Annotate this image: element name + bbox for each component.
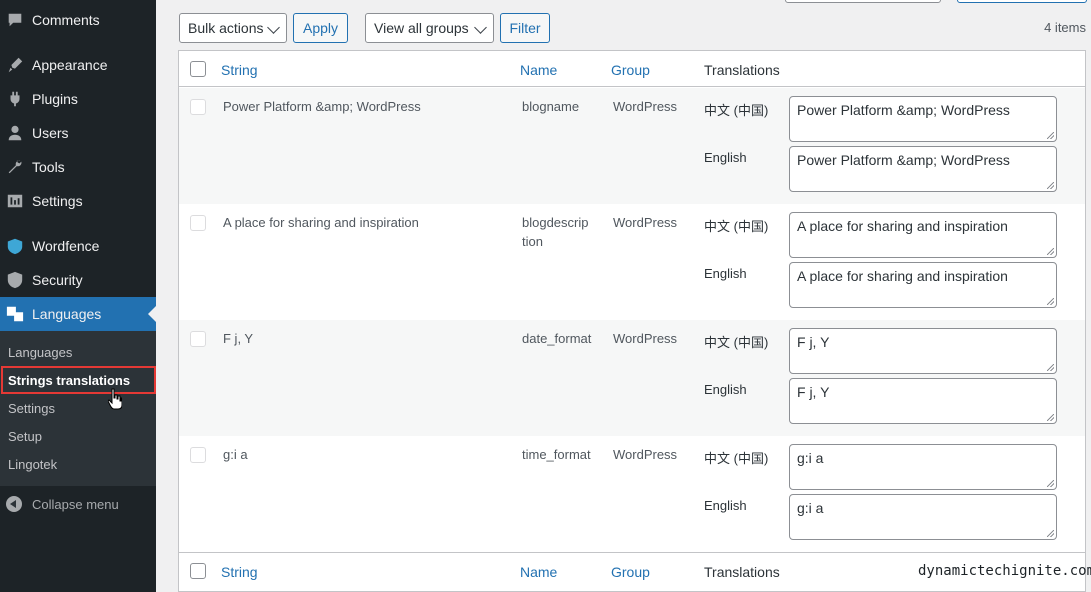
filter-button[interactable]: Filter bbox=[500, 13, 550, 43]
collapse-menu[interactable]: Collapse menu bbox=[0, 492, 119, 516]
settings-icon bbox=[5, 191, 25, 211]
search-field-stub[interactable] bbox=[785, 0, 941, 3]
group-filter-select[interactable]: View all groups bbox=[365, 13, 494, 43]
wordfence-icon bbox=[5, 236, 25, 256]
translation-lang: English bbox=[704, 150, 747, 165]
menu-item-users[interactable]: Users bbox=[0, 116, 156, 150]
menu-item-label: Users bbox=[32, 125, 69, 141]
security-icon bbox=[5, 270, 25, 290]
translation-input[interactable]: Power Platform &amp; WordPress bbox=[789, 146, 1057, 192]
table-row: A place for sharing and inspiration blog… bbox=[179, 204, 1085, 320]
translation-input[interactable]: g:i a bbox=[789, 494, 1057, 540]
column-footer-translations: Translations bbox=[704, 564, 780, 580]
row-string: F j, Y bbox=[223, 331, 254, 346]
admin-sidebar: Comments Appearance Plugins Users Tools … bbox=[0, 0, 156, 592]
chevron-down-icon bbox=[474, 21, 487, 34]
menu-item-appearance[interactable]: Appearance bbox=[0, 48, 156, 82]
submenu-item-languages[interactable]: Languages bbox=[8, 345, 72, 360]
translation-input[interactable]: F j, Y bbox=[789, 378, 1057, 424]
table-row: g:i a time_format WordPress 中文 (中国) g:i … bbox=[179, 436, 1085, 552]
select-all-checkbox-footer[interactable] bbox=[190, 563, 206, 579]
menu-item-label: Tools bbox=[32, 159, 65, 175]
plugins-icon bbox=[5, 89, 25, 109]
translation-input[interactable]: F j, Y bbox=[789, 328, 1057, 374]
translation-lang: 中文 (中国) bbox=[704, 103, 769, 118]
menu-item-label: Security bbox=[32, 272, 83, 288]
menu-item-settings[interactable]: Settings bbox=[0, 184, 156, 218]
translation-lang: English bbox=[704, 498, 747, 513]
menu-item-plugins[interactable]: Plugins bbox=[0, 82, 156, 116]
row-checkbox[interactable] bbox=[190, 99, 206, 115]
table-header: String Name Group Translations bbox=[179, 51, 1085, 87]
menu-item-comments[interactable]: Comments bbox=[0, 3, 156, 37]
users-icon bbox=[5, 123, 25, 143]
column-header-string[interactable]: String bbox=[221, 62, 258, 78]
translation-lang: 中文 (中国) bbox=[704, 451, 769, 466]
row-checkbox[interactable] bbox=[190, 331, 206, 347]
menu-item-security[interactable]: Security bbox=[0, 263, 156, 297]
row-name: date_format bbox=[522, 331, 592, 346]
apply-button[interactable]: Apply bbox=[293, 13, 348, 43]
translation-lang: 中文 (中国) bbox=[704, 335, 769, 350]
collapse-arrow-icon bbox=[6, 496, 22, 512]
translation-lang: English bbox=[704, 382, 747, 397]
row-group: WordPress bbox=[613, 215, 678, 230]
select-all-checkbox[interactable] bbox=[190, 61, 206, 77]
translation-lang: 中文 (中国) bbox=[704, 219, 769, 234]
strings-table: String Name Group Translations Power Pla… bbox=[178, 50, 1086, 592]
group-filter-label: View all groups bbox=[374, 20, 469, 36]
submenu-item-settings[interactable]: Settings bbox=[8, 401, 55, 416]
bulk-actions-label: Bulk actions bbox=[188, 20, 264, 36]
menu-item-languages[interactable]: Languages bbox=[0, 297, 156, 331]
menu-item-label: Comments bbox=[32, 12, 100, 28]
menu-item-label: Languages bbox=[32, 306, 102, 322]
row-string: A place for sharing and inspiration bbox=[223, 215, 419, 230]
row-string: g:i a bbox=[223, 447, 248, 462]
row-group: WordPress bbox=[613, 331, 678, 346]
row-group: WordPress bbox=[613, 99, 678, 114]
highlight-box bbox=[1, 366, 156, 394]
watermark: dynamictechignite.com bbox=[918, 563, 1091, 579]
translation-input[interactable]: g:i a bbox=[789, 444, 1057, 490]
column-footer-string[interactable]: String bbox=[221, 564, 258, 580]
submenu-item-lingotek[interactable]: Lingotek bbox=[8, 457, 57, 472]
tools-icon bbox=[5, 157, 25, 177]
appearance-icon bbox=[5, 55, 25, 75]
row-checkbox[interactable] bbox=[190, 447, 206, 463]
hand-cursor-icon bbox=[108, 388, 122, 410]
chevron-down-icon bbox=[267, 21, 280, 34]
row-group: WordPress bbox=[613, 447, 678, 462]
column-header-group[interactable]: Group bbox=[611, 62, 650, 78]
translation-input[interactable]: A place for sharing and inspiration bbox=[789, 212, 1057, 258]
comments-icon bbox=[5, 10, 25, 30]
translation-lang: English bbox=[704, 266, 747, 281]
row-string: Power Platform &amp; WordPress bbox=[223, 99, 421, 114]
search-button-stub[interactable] bbox=[957, 0, 1087, 3]
languages-icon bbox=[5, 304, 25, 324]
menu-item-wordfence[interactable]: Wordfence bbox=[0, 229, 156, 263]
column-footer-group[interactable]: Group bbox=[611, 564, 650, 580]
menu-item-label: Settings bbox=[32, 193, 83, 209]
column-footer-name[interactable]: Name bbox=[520, 564, 557, 580]
translation-input[interactable]: Power Platform &amp; WordPress bbox=[789, 96, 1057, 142]
row-name: blogdescrip bbox=[522, 215, 589, 230]
collapse-label: Collapse menu bbox=[32, 496, 119, 512]
menu-item-label: Appearance bbox=[32, 57, 108, 73]
translation-input[interactable]: A place for sharing and inspiration bbox=[789, 262, 1057, 308]
column-header-translations: Translations bbox=[704, 62, 780, 78]
row-name: blogname bbox=[522, 99, 580, 114]
items-count: 4 items bbox=[1044, 20, 1086, 35]
row-checkbox[interactable] bbox=[190, 215, 206, 231]
row-name: time_format bbox=[522, 447, 591, 462]
bulk-actions-select[interactable]: Bulk actions bbox=[179, 13, 287, 43]
menu-item-tools[interactable]: Tools bbox=[0, 150, 156, 184]
column-header-name[interactable]: Name bbox=[520, 62, 557, 78]
menu-item-label: Wordfence bbox=[32, 238, 100, 254]
menu-item-label: Plugins bbox=[32, 91, 78, 107]
languages-submenu: Languages Strings translations Settings … bbox=[0, 331, 156, 486]
table-row: F j, Y date_format WordPress 中文 (中国) F j… bbox=[179, 320, 1085, 436]
row-name-wrap: tion bbox=[522, 234, 543, 249]
table-row: Power Platform &amp; WordPress blogname … bbox=[179, 88, 1085, 204]
submenu-item-setup[interactable]: Setup bbox=[8, 429, 42, 444]
